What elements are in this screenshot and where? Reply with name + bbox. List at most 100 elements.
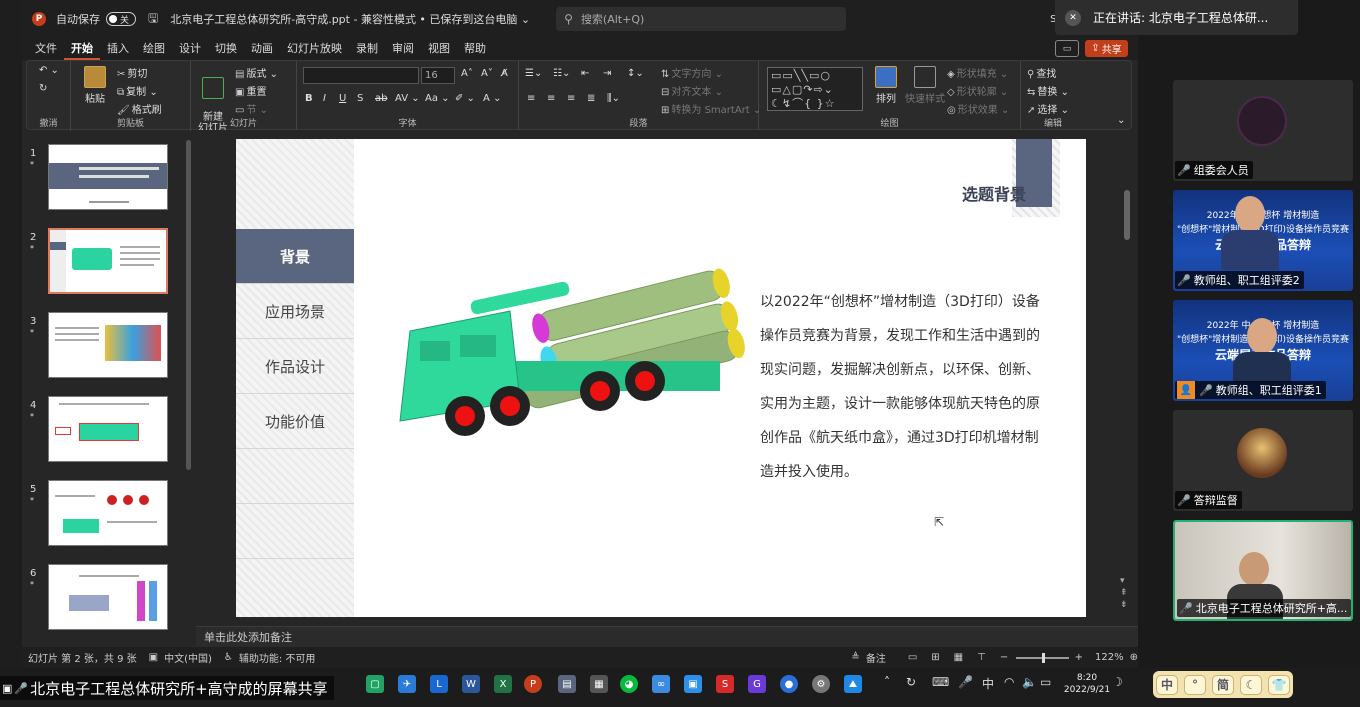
ime-moon-button[interactable]: ☾ — [1240, 674, 1262, 695]
shapes-gallery[interactable]: ▭▭╲╲▭○ ▭△▢↷⇨⌄ ☾↯⌒{ }☆ — [767, 67, 863, 111]
ime-simplified-button[interactable]: 简 — [1212, 674, 1234, 695]
menu-slideshow[interactable]: 幻灯片放映 — [280, 38, 349, 60]
thumbnail-slide-4[interactable]: 4 * — [22, 392, 196, 468]
shape-fill-button[interactable]: ◈ 形状填充 ⌄ — [947, 65, 1008, 80]
quick-styles-button[interactable]: 快速样式 — [905, 66, 945, 105]
autosave-toggle[interactable]: 关 — [106, 12, 136, 26]
line-spacing-icon[interactable]: ↕⌄ — [627, 68, 644, 79]
ime-skin-button[interactable]: 👕 — [1268, 674, 1290, 695]
taskbar-app-icon[interactable]: ● — [780, 675, 798, 693]
slide-body-text[interactable]: 以2022年“创想杯”增材制造（3D打印）设备操作员竞赛为背景，发现工作和生活中… — [760, 285, 1040, 489]
undo-icon[interactable]: ↶ ⌄ — [39, 65, 59, 76]
slide-title[interactable]: 选题背景 — [876, 181, 1026, 205]
ime-chinese-button[interactable]: 中 — [1156, 674, 1178, 695]
calculator-icon[interactable]: ▦ — [590, 675, 608, 693]
taskbar-app-icon[interactable]: ∞ — [652, 675, 670, 693]
slide-nav-background[interactable]: 背景 — [236, 229, 362, 284]
justify-icon[interactable]: ≣ — [587, 93, 595, 104]
participant-tile-supervisor[interactable]: 🎤 答辩监督 — [1173, 410, 1353, 511]
strikethrough-icon[interactable]: ab — [375, 93, 387, 104]
taskbar-app-icon[interactable]: ▤ — [558, 675, 576, 693]
reset-button[interactable]: ▣ 重置 — [235, 83, 266, 98]
bullets-icon[interactable]: ☰⌄ — [525, 68, 542, 79]
align-center-icon[interactable]: ≡ — [547, 93, 555, 104]
taskbar-app-icon[interactable]: S — [716, 675, 734, 693]
zoom-slider[interactable] — [1016, 652, 1069, 663]
participant-tile-committee[interactable]: 🎤 组委会人员 — [1173, 80, 1353, 181]
language-status[interactable]: 中文(中国) — [164, 650, 212, 665]
tray-expand-icon[interactable]: ˄ — [884, 675, 890, 689]
bold-icon[interactable]: B — [305, 93, 313, 104]
menu-file[interactable]: 文件 — [28, 38, 64, 60]
change-case-icon[interactable]: Aa ⌄ — [425, 93, 450, 104]
replace-button[interactable]: ⇆ 替换 ⌄ — [1027, 83, 1069, 98]
wifi-icon[interactable]: ◠ — [1004, 675, 1014, 689]
thumbnail-slide-1[interactable]: 1 * — [22, 140, 196, 216]
document-title[interactable]: 北京电子工程总体研究所-高守成.ppt - 兼容性模式 • 已保存到这台电脑 ⌄ — [170, 11, 530, 27]
clear-format-icon[interactable]: A̸ — [501, 68, 508, 79]
notes-toggle[interactable]: 备注 — [866, 650, 886, 665]
thumbnail-slide-5[interactable]: 5 * — [22, 476, 196, 552]
participant-tile-judge-1[interactable]: 2022年 中 创想杯 增材制造 "创想杯"增材制造(3D打印)设备操作员竞赛 … — [1173, 300, 1353, 401]
word-icon[interactable]: W — [462, 675, 480, 693]
settings-icon[interactable]: ⚙ — [812, 675, 830, 693]
font-color-icon[interactable]: A ⌄ — [483, 93, 501, 104]
taskbar-app-icon[interactable]: L — [430, 675, 448, 693]
decrease-indent-icon[interactable]: ⇤ — [581, 68, 589, 79]
numbering-icon[interactable]: ☷⌄ — [553, 68, 570, 79]
shrink-font-icon[interactable]: A˅ — [481, 68, 493, 79]
align-right-icon[interactable]: ≡ — [567, 93, 575, 104]
slide-nav-application[interactable]: 应用场景 — [236, 284, 354, 339]
shadow-icon[interactable]: S — [357, 93, 363, 104]
excel-icon[interactable]: X — [494, 675, 512, 693]
layout-button[interactable]: ▤ 版式 ⌄ — [235, 65, 278, 80]
spellcheck-icon[interactable]: ▣ — [149, 652, 158, 663]
menu-transitions[interactable]: 切换 — [208, 38, 244, 60]
section-button[interactable]: ▭ 节 ⌄ — [235, 101, 268, 116]
taskbar-app-icon[interactable]: ⛰ — [844, 675, 862, 693]
thumbnail-scrollbar[interactable] — [186, 140, 191, 470]
redo-icon[interactable]: ↻ — [39, 83, 47, 94]
slide-nav-design[interactable]: 作品设计 — [236, 339, 354, 394]
wechat-icon[interactable]: ◕ — [620, 675, 638, 693]
slide-nav-value[interactable]: 功能价值 — [236, 394, 354, 449]
font-name-input[interactable] — [303, 67, 419, 84]
font-size-input[interactable]: 16 — [421, 67, 455, 84]
smartart-button[interactable]: ⊞ 转换为 SmartArt ⌄ — [661, 101, 761, 116]
share-button[interactable]: ⇪ 共享 — [1085, 40, 1128, 57]
arrange-button[interactable]: 排列 — [869, 66, 903, 105]
menu-review[interactable]: 审阅 — [385, 38, 421, 60]
taskbar-app-icon[interactable]: ✈ — [398, 675, 416, 693]
save-icon[interactable]: 🖫 — [148, 9, 158, 30]
menu-help[interactable]: 帮助 — [457, 38, 493, 60]
cut-button[interactable]: ✂ 剪切 — [117, 65, 147, 80]
truck-model-image[interactable] — [390, 251, 750, 451]
zoom-slider-thumb[interactable] — [1042, 652, 1046, 663]
menu-draw[interactable]: 绘图 — [136, 38, 172, 60]
italic-icon[interactable]: I — [323, 93, 326, 104]
thumbnail-slide-3[interactable]: 3 * — [22, 308, 196, 384]
tray-mic-icon[interactable]: 🎤 — [958, 675, 973, 689]
zoom-out-icon[interactable]: − — [1000, 652, 1008, 663]
battery-icon[interactable]: ▭ — [1040, 675, 1051, 689]
menu-record[interactable]: 录制 — [349, 38, 385, 60]
highlight-icon[interactable]: ✐ ⌄ — [455, 93, 475, 104]
fit-slide-icon[interactable]: ⊕ — [1130, 652, 1138, 663]
collapse-ribbon-icon[interactable]: ⌄ — [1117, 115, 1125, 126]
thumbnail-slide-2[interactable]: 2 * — [22, 224, 196, 300]
next-slide-icon[interactable]: ⇟ — [1120, 600, 1128, 610]
grow-font-icon[interactable]: A˄ — [461, 68, 473, 79]
menu-animations[interactable]: 动画 — [244, 38, 280, 60]
tray-ime-indicator[interactable]: 中 — [982, 675, 994, 692]
slide-canvas[interactable]: 背景 应用场景 作品设计 功能价值 选题背景 以2022年“创想杯”增材制造（3… — [236, 139, 1086, 617]
slideshow-icon[interactable]: ⊤ — [977, 652, 986, 663]
align-text-button[interactable]: ⊟ 对齐文本 ⌄ — [661, 83, 723, 98]
search-input[interactable]: ⚲ 搜索(Alt+Q) — [556, 7, 847, 31]
copy-button[interactable]: ⧉ 复制 ⌄ — [117, 83, 158, 98]
shape-outline-button[interactable]: ◇ 形状轮廓 ⌄ — [947, 83, 1008, 98]
align-left-icon[interactable]: ≡ — [527, 93, 535, 104]
taskbar-app-icon[interactable]: ▣ — [684, 675, 702, 693]
normal-view-icon[interactable]: ▭ — [908, 652, 917, 663]
text-direction-button[interactable]: ⇅ 文字方向 ⌄ — [661, 65, 723, 80]
taskbar-app-icon[interactable]: ▢ — [366, 675, 384, 693]
